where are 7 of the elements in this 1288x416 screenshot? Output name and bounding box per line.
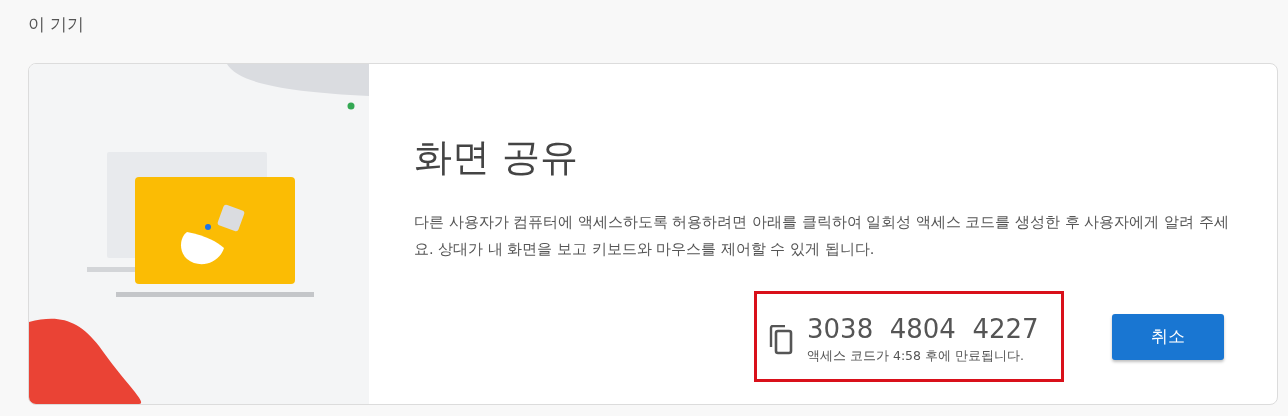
- card-heading: 화면 공유: [414, 134, 579, 181]
- expiry-text: 액세스 코드가 4:58 후에 만료됩니다.: [807, 348, 1025, 365]
- description-text: 다른 사용자가 컴퓨터에 액세스하도록 허용하려면 아래를 클릭하여 일회성 액세스 코드를 생성한 후 사용자에게 알려 주세요. 상대가 내 화면을 보고 키보드와 마우스를 제어할 수 있게 됩니다.: [414, 213, 1230, 259]
- access-code: 3038 4804 4227: [807, 314, 1039, 344]
- section-title: 이 기기: [28, 13, 86, 36]
- cancel-button[interactable]: 취소: [1112, 313, 1224, 360]
- copy-icon[interactable]: [769, 324, 793, 355]
